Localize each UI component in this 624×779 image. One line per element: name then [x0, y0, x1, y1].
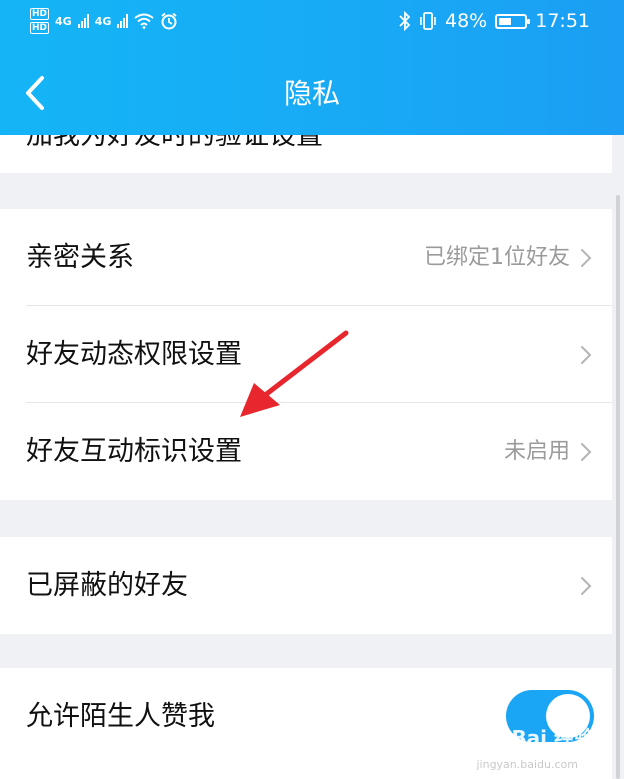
network-type-2: 4G [94, 14, 112, 28]
chevron-right-icon [581, 249, 592, 267]
battery-percent: 48% [445, 10, 488, 32]
network-type-1: 4G [55, 14, 72, 28]
wifi-icon [134, 13, 155, 29]
row-label: 允许陌生人赞我 [26, 701, 215, 732]
watermark-url: jingyan.baidu.com [476, 758, 578, 771]
status-left: HD HD 4G 4G [30, 8, 178, 34]
list-item-label: 加我为好友时的验证设置 [26, 135, 323, 151]
row-label: 好友动态权限设置 [26, 339, 242, 370]
row-label: 已屏蔽的好友 [26, 570, 188, 601]
row-interaction-badge-settings[interactable]: 好友互动标识设置 未启用 [0, 403, 612, 500]
chevron-right-icon [581, 443, 592, 461]
alarm-icon [161, 12, 177, 30]
row-label: 亲密关系 [26, 242, 134, 273]
hd-icon: HD HD [30, 8, 50, 34]
chevron-right-icon [581, 577, 592, 595]
vibrate-icon [420, 12, 436, 30]
page-title: 隐私 [283, 77, 340, 110]
row-label: 好友互动标识设置 [26, 436, 242, 467]
status-bar: HD HD 4G 4G 48% 17:51 [0, 0, 624, 48]
chevron-right-icon [581, 346, 592, 364]
bluetooth-icon [399, 11, 411, 31]
settings-section-blocked: 已屏蔽的好友 [0, 537, 612, 634]
row-intimate-relationship[interactable]: 亲密关系 已绑定1位好友 [0, 209, 612, 306]
row-blocked-friends[interactable]: 已屏蔽的好友 [0, 537, 612, 634]
watermark-logo: Bai 经验 [511, 726, 594, 750]
row-friend-feed-permissions[interactable]: 好友动态权限设置 [0, 306, 612, 403]
signal-icon [77, 14, 89, 28]
settings-section-friends: 亲密关系 已绑定1位好友 好友动态权限设置 好友互动标识设置 未启用 [0, 209, 612, 500]
hd-label-1: HD [30, 8, 50, 20]
app-header: HD HD 4G 4G 48% 17:51 隐私 [0, 0, 624, 135]
status-right: 48% 17:51 [399, 10, 590, 32]
row-value: 未启用 [503, 439, 570, 464]
signal-icon-2 [117, 14, 129, 28]
hd-label-2: HD [30, 22, 50, 34]
scrollbar[interactable] [616, 195, 620, 779]
battery-icon [495, 13, 531, 29]
battery-fill [499, 17, 512, 25]
row-value: 已绑定1位好友 [424, 245, 570, 270]
list-item-partial[interactable]: 加我为好友时的验证设置 [0, 135, 612, 173]
clock-time: 17:51 [535, 10, 590, 32]
